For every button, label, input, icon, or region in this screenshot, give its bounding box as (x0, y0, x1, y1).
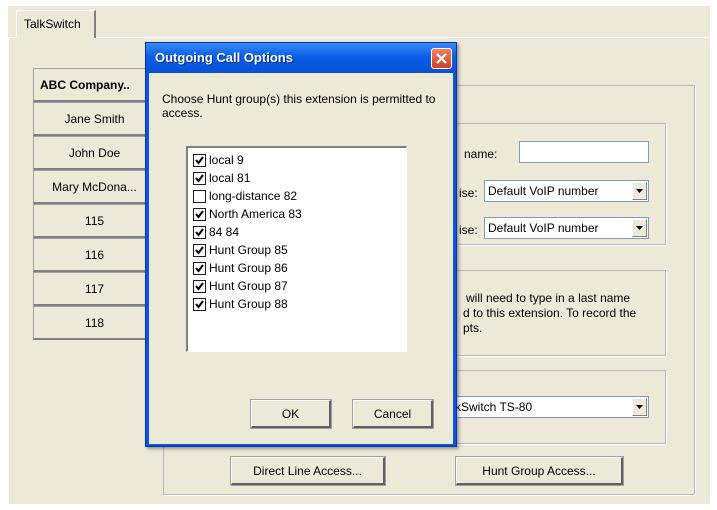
extension-button-116[interactable]: 116 (33, 238, 157, 272)
checkbox[interactable] (193, 189, 206, 203)
hunt-group-item[interactable]: long-distance 82 (193, 187, 297, 205)
checkmark-icon (195, 209, 204, 219)
hunt-group-label: Hunt Group 86 (209, 261, 288, 275)
checkmark-icon (195, 281, 204, 291)
hunt-group-item[interactable]: Hunt Group 87 (193, 277, 288, 295)
checkmark-icon (195, 173, 204, 183)
system-select[interactable]: kSwitch TS-80 (452, 396, 649, 418)
checkbox[interactable] (193, 279, 206, 293)
extension-button-118[interactable]: 118 (33, 306, 157, 340)
hunt-group-item[interactable]: Hunt Group 86 (193, 259, 288, 277)
hunt-group-label: North America 83 (209, 207, 302, 221)
direct-line-access-label: Direct Line Access... (253, 463, 362, 478)
line1-select[interactable]: Default VoIP number (484, 180, 649, 202)
line2-select-value: Default VoIP number (488, 221, 599, 235)
direct-line-access-button[interactable]: Direct Line Access... (231, 457, 385, 485)
extension-label: 118 (84, 315, 105, 330)
line1-select-value: Default VoIP number (488, 184, 599, 198)
hunt-group-item[interactable]: Hunt Group 88 (193, 295, 288, 313)
extension-button-abc-company[interactable]: ABC Company.. (33, 68, 157, 102)
hunt-group-item[interactable]: local 9 (193, 151, 244, 169)
dialog-instruction: Choose Hunt group(s) this extension is p… (162, 92, 436, 120)
extension-button-jane-smith[interactable]: Jane Smith (33, 102, 157, 136)
extension-label: 116 (84, 247, 105, 262)
close-button[interactable] (431, 48, 452, 69)
chevron-down-icon[interactable] (632, 182, 647, 200)
extension-button-117[interactable]: 117 (33, 272, 157, 306)
extension-label: Mary McDona... (52, 179, 137, 194)
tab-label: TalkSwitch (24, 17, 81, 31)
hunt-group-item[interactable]: Hunt Group 85 (193, 241, 288, 259)
extension-button-115[interactable]: 115 (33, 204, 157, 238)
checkbox[interactable] (193, 153, 206, 167)
extension-label: 117 (84, 281, 105, 296)
extension-button-mary-mcdona[interactable]: Mary McDona... (33, 170, 157, 204)
checkmark-icon (195, 227, 204, 237)
ok-label: OK (281, 406, 300, 421)
checkbox[interactable] (193, 297, 206, 311)
info-text-line3: pts. (463, 321, 483, 335)
hunt-group-item[interactable]: 84 84 (193, 223, 239, 241)
hunt-group-label: Hunt Group 88 (209, 297, 288, 311)
hunt-group-list[interactable]: local 9 local 81 long-distance 82 North … (186, 146, 407, 352)
hunt-group-item[interactable]: North America 83 (193, 205, 302, 223)
checkmark-icon (195, 299, 204, 309)
extension-label: 115 (84, 213, 105, 228)
dialog-title-bar[interactable]: Outgoing Call Options (146, 43, 456, 73)
hunt-group-label: Hunt Group 87 (209, 279, 288, 293)
hunt-group-access-label: Hunt Group Access... (482, 463, 596, 478)
chevron-down-icon[interactable] (632, 219, 647, 237)
chevron-down-icon[interactable] (632, 398, 647, 416)
hunt-group-label: local 9 (209, 153, 244, 167)
checkbox[interactable] (193, 261, 206, 275)
cancel-button[interactable]: Cancel (353, 400, 433, 428)
dialog-body: Choose Hunt group(s) this extension is p… (149, 73, 453, 444)
checkbox[interactable] (193, 207, 206, 221)
line1-label: ise: (459, 186, 478, 200)
hunt-group-label: local 81 (209, 171, 251, 185)
dialog-title: Outgoing Call Options (155, 50, 293, 65)
hunt-group-label: long-distance 82 (209, 189, 298, 203)
checkbox[interactable] (193, 171, 206, 185)
checkmark-icon (195, 155, 204, 165)
checkbox[interactable] (193, 225, 206, 239)
info-text-line1: will need to type in a last name (466, 291, 631, 305)
system-select-value: kSwitch TS-80 (455, 400, 533, 414)
name-label: name: (464, 147, 498, 161)
hunt-group-access-button[interactable]: Hunt Group Access... (456, 457, 623, 485)
extension-button-john-doe[interactable]: John Doe (33, 136, 157, 170)
tab-talkswitch[interactable]: TalkSwitch (16, 10, 96, 38)
extension-label: Jane Smith (64, 111, 125, 126)
cancel-label: Cancel (373, 406, 412, 421)
name-field[interactable] (519, 141, 649, 163)
hunt-group-item[interactable]: local 81 (193, 169, 250, 187)
ok-button[interactable]: OK (251, 400, 331, 428)
extension-label: John Doe (68, 145, 121, 160)
hunt-group-label: 84 84 (209, 225, 240, 239)
outgoing-call-options-dialog: Outgoing Call Options Choose Hunt group(… (145, 42, 457, 447)
line2-select[interactable]: Default VoIP number (484, 217, 649, 239)
info-text-line2: d to this extension. To record the (463, 306, 637, 320)
checkmark-icon (195, 263, 204, 273)
line2-label: ise: (459, 223, 478, 237)
extension-label: ABC Company.. (40, 77, 130, 92)
close-icon (436, 53, 447, 64)
checkmark-icon (195, 245, 204, 255)
checkbox[interactable] (193, 243, 206, 257)
hunt-group-label: Hunt Group 85 (209, 243, 288, 257)
